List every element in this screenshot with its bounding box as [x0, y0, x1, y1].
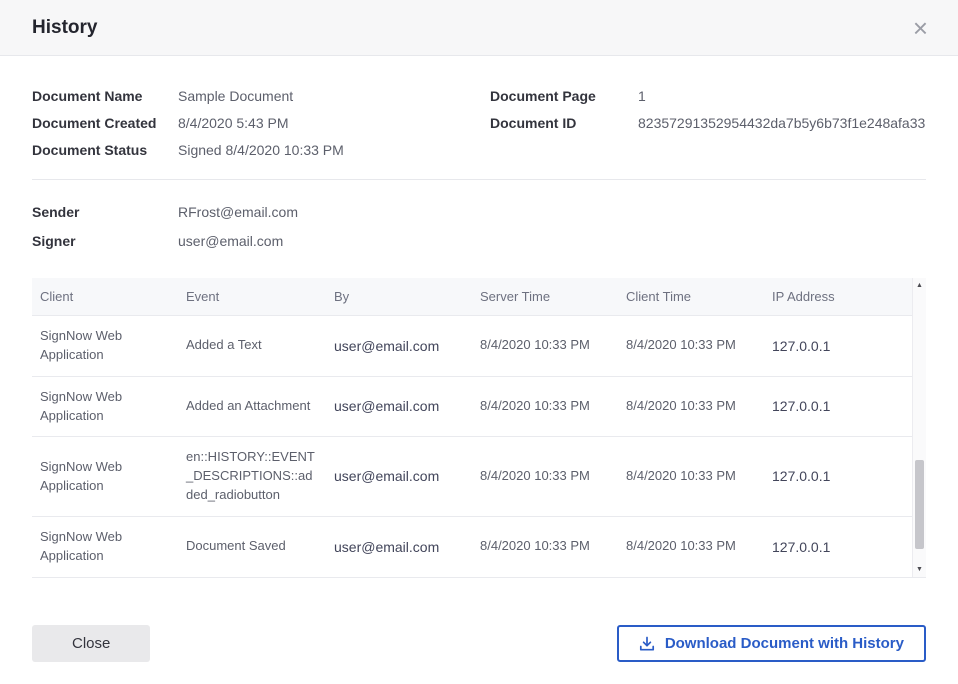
cell-by: user@email.com — [326, 437, 472, 517]
history-table-container: Client Event By Server Time Client Time … — [32, 278, 926, 578]
document-status-value: Signed 8/4/2020 10:33 PM — [178, 142, 344, 158]
document-id-label: Document ID — [490, 115, 638, 131]
cell-event: Added a Text — [178, 316, 326, 377]
column-header-by: By — [326, 278, 472, 316]
cell-server-time: 8/4/2020 10:33 PM — [472, 376, 618, 437]
modal-body: Document Name Sample Document Document C… — [0, 56, 958, 625]
cell-server-time: 8/4/2020 10:33 PM — [472, 516, 618, 576]
cell-client: SignNow Web Application — [32, 376, 178, 437]
table-row: SignNow Web Application Added an Attachm… — [32, 376, 926, 437]
download-icon — [639, 636, 655, 652]
cell-ip: 127.0.0.1 — [764, 437, 926, 517]
cell-event: en::HISTORY::EVENT_DESCRIPTIONS::added_r… — [178, 437, 326, 517]
close-button[interactable]: Close — [32, 625, 150, 662]
document-name-value: Sample Document — [178, 88, 293, 104]
document-id-value: 82357291352954432da7b5y6b73f1e248afa33 — [638, 115, 925, 131]
document-created-row: Document Created 8/4/2020 5:43 PM — [32, 115, 490, 131]
document-status-label: Document Status — [32, 142, 178, 158]
column-header-client: Client — [32, 278, 178, 316]
scrollbar-down-icon[interactable]: ▼ — [913, 563, 926, 577]
signer-value: user@email.com — [178, 233, 283, 249]
signer-row: Signer user@email.com — [32, 233, 926, 249]
document-name-label: Document Name — [32, 88, 178, 104]
table-row: SignNow Web Application Added a Text use… — [32, 316, 926, 377]
parties-section: Sender RFrost@email.com Signer user@emai… — [32, 204, 926, 262]
cell-client: SignNow Web Application — [32, 316, 178, 377]
download-document-button[interactable]: Download Document with History — [617, 625, 926, 662]
table-row: SignNow Web Application Document Saved u… — [32, 516, 926, 576]
cell-client: SignNow Web Application — [32, 516, 178, 576]
download-button-label: Download Document with History — [665, 635, 904, 652]
column-header-server-time: Server Time — [472, 278, 618, 316]
cell-by: user@email.com — [326, 516, 472, 576]
cell-by: user@email.com — [326, 376, 472, 437]
scrollbar-up-icon[interactable]: ▲ — [913, 278, 926, 292]
history-table: Client Event By Server Time Client Time … — [32, 278, 926, 577]
table-scrollbar[interactable]: ▲ ▼ — [912, 278, 926, 577]
cell-ip: 127.0.0.1 — [764, 516, 926, 576]
close-icon[interactable]: × — [909, 13, 932, 43]
sender-row: Sender RFrost@email.com — [32, 204, 926, 220]
document-page-label: Document Page — [490, 88, 638, 104]
document-info-section: Document Name Sample Document Document C… — [32, 88, 926, 169]
cell-event: Added an Attachment — [178, 376, 326, 437]
cell-by: user@email.com — [326, 316, 472, 377]
history-modal: History × Document Name Sample Document … — [0, 0, 958, 684]
table-header-row: Client Event By Server Time Client Time … — [32, 278, 926, 316]
document-created-label: Document Created — [32, 115, 178, 131]
column-header-client-time: Client Time — [618, 278, 764, 316]
scrollbar-thumb[interactable] — [915, 460, 924, 549]
cell-client-time: 8/4/2020 10:33 PM — [618, 437, 764, 517]
section-divider — [32, 179, 926, 180]
history-table-body: SignNow Web Application Added a Text use… — [32, 316, 926, 577]
document-name-row: Document Name Sample Document — [32, 88, 490, 104]
cell-server-time: 8/4/2020 10:33 PM — [472, 316, 618, 377]
sender-value: RFrost@email.com — [178, 204, 298, 220]
table-row: SignNow Web Application en::HISTORY::EVE… — [32, 437, 926, 517]
sender-label: Sender — [32, 204, 178, 220]
document-page-row: Document Page 1 — [490, 88, 926, 104]
document-info-left: Document Name Sample Document Document C… — [32, 88, 490, 169]
cell-client-time: 8/4/2020 10:33 PM — [618, 516, 764, 576]
document-created-value: 8/4/2020 5:43 PM — [178, 115, 289, 131]
document-status-row: Document Status Signed 8/4/2020 10:33 PM — [32, 142, 490, 158]
scrollbar-track[interactable] — [913, 292, 926, 563]
document-page-value: 1 — [638, 88, 646, 104]
modal-header: History × — [0, 0, 958, 56]
cell-event: Document Saved — [178, 516, 326, 576]
cell-client: SignNow Web Application — [32, 437, 178, 517]
cell-ip: 127.0.0.1 — [764, 316, 926, 377]
column-header-ip-address: IP Address — [764, 278, 926, 316]
cell-ip: 127.0.0.1 — [764, 376, 926, 437]
cell-client-time: 8/4/2020 10:33 PM — [618, 316, 764, 377]
cell-client-time: 8/4/2020 10:33 PM — [618, 376, 764, 437]
document-id-row: Document ID 82357291352954432da7b5y6b73f… — [490, 115, 926, 131]
column-header-event: Event — [178, 278, 326, 316]
signer-label: Signer — [32, 233, 178, 249]
document-info-right: Document Page 1 Document ID 823572913529… — [490, 88, 926, 169]
cell-server-time: 8/4/2020 10:33 PM — [472, 437, 618, 517]
modal-footer: Close Download Document with History — [0, 625, 958, 684]
modal-title: History — [32, 17, 97, 39]
